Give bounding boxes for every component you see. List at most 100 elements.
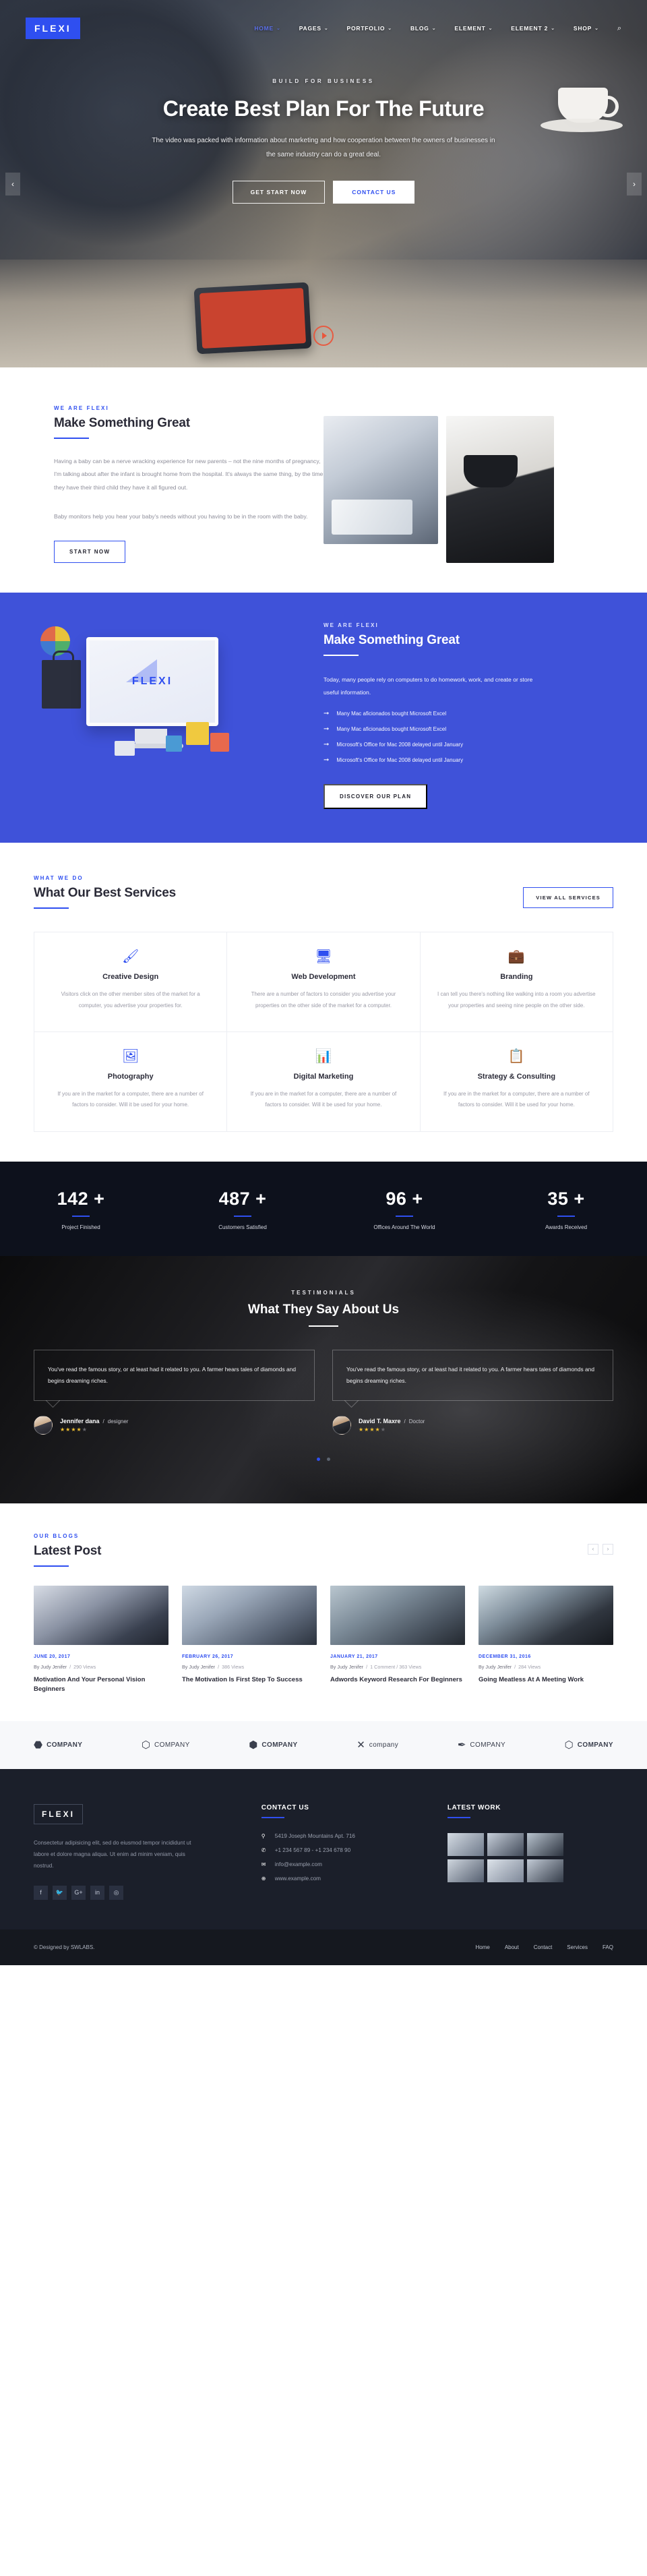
- carousel-prev-arrow[interactable]: ‹: [5, 172, 20, 196]
- blog-post-card[interactable]: FEBRUARY 26, 2017 By Judy Jenifer / 386 …: [182, 1585, 317, 1695]
- service-card-desc: If you are in the market for a computer,…: [57, 1090, 204, 1108]
- brand-logo-4[interactable]: ✕ company: [357, 1740, 398, 1750]
- video-play-button[interactable]: [313, 326, 334, 346]
- discover-our-plan-button[interactable]: DISCOVER OUR PLAN: [324, 784, 428, 810]
- chevron-down-icon: ⌄: [388, 26, 392, 31]
- nav-item-shop[interactable]: SHOP ⌄: [574, 25, 599, 32]
- footer-logo[interactable]: FLEXI: [34, 1804, 84, 1825]
- service-card-photography[interactable]: 🖼 Photography If you are in the market f…: [34, 1031, 228, 1132]
- counter-label: Project Finished: [61, 1224, 100, 1230]
- footer-link-services[interactable]: Services: [567, 1944, 588, 1950]
- blue-paragraph: Today, many people rely on computers to …: [324, 676, 533, 696]
- work-thumbnail[interactable]: [447, 1833, 484, 1857]
- work-thumbnail[interactable]: [447, 1859, 484, 1883]
- contact-address-text: 5419 Joseph Mountains Apt. 716: [274, 1833, 355, 1840]
- service-card-creative-design[interactable]: 🖌 Creative Design Visitors click on the …: [34, 932, 228, 1032]
- work-thumbnail[interactable]: [487, 1833, 524, 1857]
- services-grid: 🖌 Creative Design Visitors click on the …: [34, 932, 613, 1132]
- testimonials-section: TESTIMONIALS What They Say About Us You'…: [0, 1256, 647, 1503]
- facebook-icon[interactable]: f: [34, 1885, 48, 1900]
- pagination-dot-2[interactable]: [327, 1457, 331, 1461]
- carousel-next-arrow[interactable]: ›: [627, 172, 642, 196]
- nav-item-portfolio[interactable]: PORTFOLIO ⌄: [347, 25, 392, 32]
- hexagon-outline-icon: ⬡: [141, 1739, 151, 1751]
- envelope-icon: ✉: [261, 1861, 266, 1868]
- about-image-desk-coffee: [446, 416, 554, 563]
- copyright-text: © Designed by SWLABS.: [34, 1944, 95, 1950]
- work-thumbnail[interactable]: [487, 1859, 524, 1883]
- contact-address: ⚲ 5419 Joseph Mountains Apt. 716: [261, 1833, 427, 1839]
- service-card-title: Strategy & Consulting: [477, 1072, 556, 1081]
- arrow-right-icon: ➞: [324, 725, 330, 733]
- brand-logo-2[interactable]: ⬡ COMPANY: [142, 1740, 190, 1750]
- nav-item-blog[interactable]: BLOG ⌄: [410, 25, 436, 32]
- chevron-down-icon: ⌄: [488, 26, 493, 31]
- service-card-web-development[interactable]: 🖥 Web Development There are a number of …: [227, 932, 421, 1032]
- get-start-now-button[interactable]: GET START NOW: [232, 181, 326, 204]
- service-card-strategy-consulting[interactable]: 📋 Strategy & Consulting If you are in th…: [420, 1031, 613, 1132]
- testimonials-header: TESTIMONIALS What They Say About Us: [34, 1290, 613, 1327]
- location-pin-icon: ⚲: [261, 1833, 266, 1840]
- work-thumbnail[interactable]: [526, 1859, 563, 1883]
- nav-item-shop-label: SHOP: [573, 25, 592, 32]
- service-card-digital-marketing[interactable]: 📊 Digital Marketing If you are in the ma…: [227, 1031, 421, 1132]
- testimonial-author-role: Doctor: [408, 1418, 425, 1425]
- nav-item-element[interactable]: ELEMENT ⌄: [454, 25, 493, 32]
- work-thumbnail[interactable]: [526, 1833, 563, 1857]
- brand-logo-6[interactable]: ⬡ COMPANY: [565, 1740, 613, 1750]
- nav-item-home[interactable]: HOME ⌄: [254, 25, 280, 32]
- chevron-down-icon: ⌄: [324, 26, 329, 31]
- blog-prev-button[interactable]: ‹: [588, 1543, 598, 1555]
- linkedin-icon[interactable]: in: [90, 1885, 104, 1900]
- nav-item-element-2[interactable]: ELEMENT 2 ⌄: [511, 25, 555, 32]
- contact-email[interactable]: ✉ info@example.com: [261, 1861, 427, 1867]
- blog-next-button[interactable]: ›: [603, 1543, 613, 1555]
- blog-post-card[interactable]: JANUARY 21, 2017 By Judy Jenifer / 1 Com…: [330, 1585, 465, 1695]
- briefcase-icon: 💼: [507, 949, 525, 965]
- hero-content: BUILD FOR BUSINESS Create Best Plan For …: [0, 39, 647, 204]
- hero-tablet-decoration: [193, 282, 312, 355]
- blog-post-thumbnail: [182, 1585, 317, 1645]
- search-icon[interactable]: ⌕: [617, 24, 621, 33]
- blog-post-date: FEBRUARY 26, 2017: [182, 1654, 234, 1659]
- testimonial-quote: You've read the famous story, or at leas…: [48, 1366, 296, 1384]
- footer-about-column: FLEXI Consectetur adipisicing elit, sed …: [34, 1804, 241, 1900]
- footer-link-contact[interactable]: Contact: [534, 1944, 553, 1950]
- pagination-dot-1[interactable]: [316, 1457, 320, 1461]
- blog-title-rule: [34, 1565, 69, 1567]
- google-plus-icon[interactable]: G+: [71, 1885, 86, 1900]
- blog-post-meta: By Judy Jenifer / 386 Views: [182, 1663, 245, 1670]
- blog-post-card[interactable]: JUNE 20, 2017 By Judy Jenifer / 290 View…: [34, 1585, 168, 1695]
- twitter-icon[interactable]: 🐦: [53, 1885, 67, 1900]
- imac-screen: FLEXI: [90, 640, 215, 723]
- footer-about-text: Consectetur adipisicing elit, sed do eiu…: [34, 1840, 191, 1869]
- instagram-icon[interactable]: ◎: [109, 1885, 123, 1900]
- counter-value: 35 +: [547, 1188, 585, 1209]
- view-all-services-button[interactable]: VIEW ALL SERVICES: [523, 887, 613, 909]
- testimonial-author-name-row: Jennifer dana / designer: [60, 1418, 128, 1425]
- footer-work-rule: [447, 1817, 470, 1819]
- service-card-branding[interactable]: 💼 Branding I can tell you there's nothin…: [420, 932, 613, 1032]
- counter-customers-satisfied: 487 + Customers Satisfied: [162, 1189, 324, 1230]
- counter-label: Customers Satisfied: [218, 1224, 267, 1230]
- brand-logo-5[interactable]: ✒ COMPANY: [458, 1740, 505, 1750]
- start-now-button[interactable]: START NOW: [54, 541, 126, 564]
- testimonial-author-separator: /: [404, 1418, 406, 1425]
- contact-website-text: www.example.com: [274, 1876, 321, 1882]
- counter-rule: [396, 1215, 413, 1217]
- globe-icon: ⊕: [261, 1876, 266, 1882]
- contact-phone[interactable]: ✆ +1 234 567 89 - +1 234 678 90: [261, 1847, 427, 1853]
- services-eyebrow: WHAT WE DO: [34, 875, 84, 882]
- cross-icon: ✕: [357, 1739, 365, 1751]
- footer-link-about[interactable]: About: [505, 1944, 519, 1950]
- site-logo[interactable]: FLEXI: [26, 18, 80, 39]
- nav-item-pages[interactable]: PAGES ⌄: [299, 25, 329, 32]
- blog-post-title: Motivation And Your Personal Vision Begi…: [34, 1675, 146, 1693]
- footer-link-faq[interactable]: FAQ: [603, 1944, 613, 1950]
- brand-logo-1[interactable]: ⬣ COMPANY: [34, 1740, 82, 1750]
- brand-logo-3[interactable]: ⬢ COMPANY: [249, 1740, 297, 1750]
- footer-link-home[interactable]: Home: [475, 1944, 489, 1950]
- contact-website[interactable]: ⊕ www.example.com: [261, 1876, 427, 1882]
- contact-us-button[interactable]: CONTACT US: [333, 181, 415, 204]
- blog-post-card[interactable]: DECEMBER 31, 2016 By Judy Jenifer / 284 …: [479, 1585, 613, 1695]
